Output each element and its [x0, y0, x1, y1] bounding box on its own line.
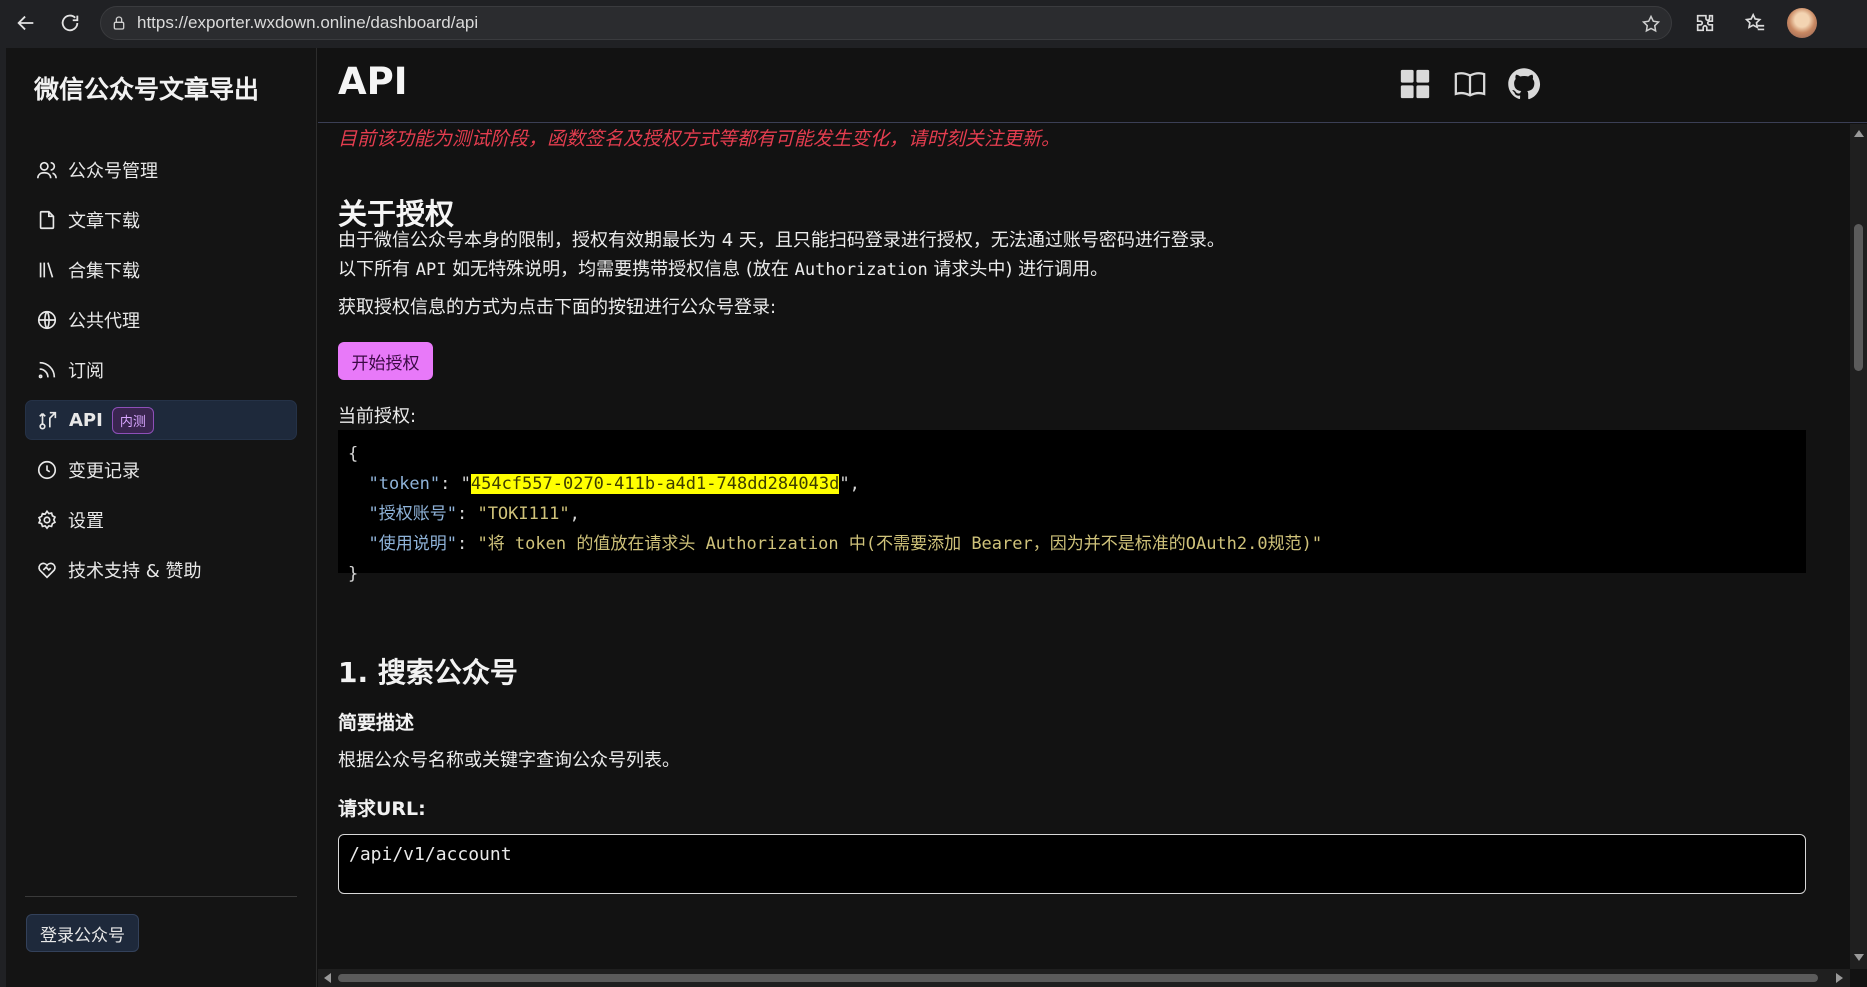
code-string: "将 token 的值放在请求头 Authorization 中(不需要添加 B…	[477, 534, 1323, 554]
code-key: "使用说明"	[368, 534, 457, 554]
rss-icon	[38, 361, 56, 379]
sidebar-item-label: 公共代理	[68, 311, 140, 332]
sidebar-item-label: 文章下载	[68, 211, 140, 232]
vertical-scroll-thumb[interactable]	[1854, 224, 1863, 371]
current-auth-label: 当前授权:	[338, 406, 417, 427]
sidebar-item-subscribe[interactable]: 订阅	[25, 350, 297, 390]
scroll-up-icon[interactable]	[1854, 130, 1864, 137]
sidebar-item-collection-download[interactable]: 合集下载	[25, 250, 297, 290]
code-key: "授权账号"	[368, 504, 457, 524]
api-search-heading: 1. 搜索公众号	[338, 656, 518, 689]
address-bar[interactable]: https://exporter.wxdown.online/dashboard…	[100, 6, 1672, 40]
scroll-right-icon[interactable]	[1836, 973, 1843, 983]
file-icon	[39, 210, 55, 230]
login-account-button[interactable]: 登录公众号	[26, 914, 139, 952]
main-content[interactable]: 目前该功能为测试阶段，函数签名及授权方式等都有可能发生变化，请时刻关注更新。 关…	[318, 124, 1850, 969]
code-key: "token"	[368, 474, 441, 494]
sidebar: 微信公众号文章导出 公众号管理 文章下载 合集下载 公共代理 订阅 API 内测…	[6, 48, 317, 987]
clock-icon	[37, 460, 57, 480]
github-icon[interactable]	[1504, 64, 1544, 104]
url-text[interactable]: https://exporter.wxdown.online/dashboard…	[137, 13, 478, 33]
gear-icon	[37, 509, 57, 530]
sidebar-item-proxy[interactable]: 公共代理	[25, 300, 297, 340]
code-string: "TOKI111"	[477, 504, 570, 524]
favorites-icon[interactable]	[1740, 8, 1770, 38]
brand-title: 微信公众号文章导出	[34, 75, 260, 104]
sidebar-item-label: 订阅	[68, 361, 104, 382]
page-header: API	[318, 48, 1867, 123]
route-icon	[39, 411, 57, 430]
text: 以下所有	[338, 259, 416, 280]
auth-paragraph-1: 由于微信公众号本身的限制，授权有效期最长为 4 天，且只能扫码登录进行授权，无法…	[338, 230, 1225, 251]
users-icon	[37, 161, 57, 179]
api-desc-text: 根据公众号名称或关键字查询公众号列表。	[338, 750, 680, 771]
code-brace: }	[348, 564, 359, 584]
sidebar-item-label: API	[69, 409, 103, 431]
browser-toolbar: https://exporter.wxdown.online/dashboard…	[0, 0, 1867, 46]
sidebar-item-changelog[interactable]: 变更记录	[25, 450, 297, 490]
sidebar-item-accounts[interactable]: 公众号管理	[25, 150, 297, 190]
sidebar-item-label: 公众号管理	[68, 161, 158, 182]
beta-warning: 目前该功能为测试阶段，函数签名及授权方式等都有可能发生变化，请时刻关注更新。	[338, 128, 1061, 150]
dashboard-grid-icon[interactable]	[1395, 64, 1435, 104]
api-url-code[interactable]: /api/v1/account	[338, 834, 1806, 894]
sidebar-item-support[interactable]: 技术支持 & 赞助	[25, 550, 297, 590]
api-url-heading: 请求URL:	[338, 798, 426, 820]
sidebar-divider	[25, 896, 297, 897]
star-icon[interactable]	[1641, 14, 1661, 38]
app-window: 微信公众号文章导出 公众号管理 文章下载 合集下载 公共代理 订阅 API 内测…	[6, 48, 1867, 987]
library-icon	[39, 262, 54, 278]
beta-badge: 内测	[111, 406, 154, 434]
sidebar-item-label: 技术支持 & 赞助	[68, 561, 202, 582]
horizontal-scroll-thumb[interactable]	[338, 974, 1818, 982]
page-title: API	[338, 60, 408, 103]
sidebar-item-api[interactable]: API 内测	[25, 400, 297, 440]
token-value[interactable]: 454cf557-0270-411b-a4d1-748dd284043d	[470, 474, 840, 494]
inline-code: Authorization	[794, 260, 928, 280]
sidebar-item-label: 合集下载	[68, 261, 140, 282]
arrow-left-icon	[17, 15, 34, 31]
back-button[interactable]	[4, 0, 48, 46]
extensions-icon[interactable]	[1690, 8, 1720, 38]
profile-avatar[interactable]	[1787, 8, 1817, 38]
horizontal-scrollbar[interactable]	[318, 969, 1850, 987]
api-desc-heading: 简要描述	[338, 712, 415, 734]
auth-code-block[interactable]: { "token": "454cf557-0270-411b-a4d1-748d…	[338, 430, 1806, 584]
book-icon[interactable]	[1450, 64, 1490, 104]
reload-button[interactable]	[48, 0, 92, 46]
heart-handshake-icon	[38, 562, 56, 579]
auth-paragraph-2: 以下所有 API 如无特殊说明，均需要携带授权信息 (放在 Authorizat…	[338, 255, 1108, 281]
site-info-icon[interactable]	[101, 15, 137, 31]
text: 请求头中) 进行调用。	[927, 259, 1109, 280]
sidebar-item-label: 设置	[68, 511, 104, 532]
sidebar-item-settings[interactable]: 设置	[25, 500, 297, 540]
vertical-scrollbar[interactable]	[1850, 124, 1867, 969]
code-brace: {	[348, 444, 359, 464]
text: 如无特殊说明，均需要携带授权信息 (放在	[446, 259, 795, 280]
globe-icon	[37, 310, 57, 330]
scroll-down-icon[interactable]	[1854, 954, 1864, 961]
sidebar-item-label: 变更记录	[68, 461, 140, 482]
reload-icon	[61, 14, 79, 32]
sidebar-item-article-download[interactable]: 文章下载	[25, 200, 297, 240]
start-auth-button[interactable]: 开始授权	[338, 342, 433, 380]
scroll-left-icon[interactable]	[324, 973, 331, 983]
auth-paragraph-3: 获取授权信息的方式为点击下面的按钮进行公众号登录:	[338, 297, 777, 318]
sidebar-menu: 公众号管理 文章下载 合集下载 公共代理 订阅 API 内测 变更记录 设置 技…	[25, 150, 297, 600]
inline-code: API	[415, 260, 447, 280]
